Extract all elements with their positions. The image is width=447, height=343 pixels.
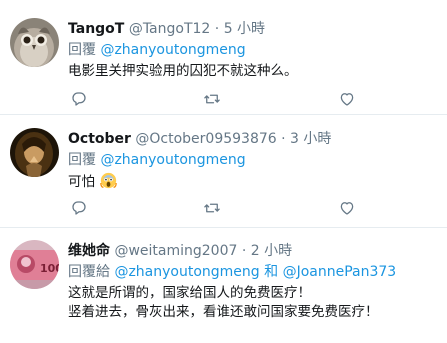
- retweet-icon: [204, 94, 220, 104]
- tweet[interactable]: October @October09593876 · 3 小時 回覆 @zhan…: [0, 115, 447, 228]
- reply-icon: [72, 92, 86, 106]
- tweet[interactable]: TangoT @TangoT12 · 5 小時 回覆 @zhanyoutongm…: [0, 0, 447, 115]
- tweet-actions: [0, 90, 447, 110]
- tweet-text-line: 竖着进去，骨灰出来，看谁还敢问国家要免费医疗！: [68, 304, 379, 320]
- avatar[interactable]: [10, 18, 59, 67]
- avatar[interactable]: 100: [10, 240, 59, 289]
- timestamp[interactable]: 5 小時: [224, 21, 265, 37]
- tweet-actions: [0, 199, 447, 219]
- reply-context: 回覆給 @zhanyoutongmeng 和 @JoannePan373: [68, 263, 439, 282]
- reply-prefix: 回覆: [68, 42, 96, 58]
- separator: ·: [281, 131, 286, 147]
- reply-icon: [72, 201, 86, 215]
- timestamp[interactable]: 3 小時: [290, 131, 331, 147]
- tweet-text-line: 这就是所谓的，国家给国人的免费医疗！: [68, 285, 311, 301]
- tweet-text: 这就是所谓的，国家给国人的免费医疗！ 竖着进去，骨灰出来，看谁还敢问国家要免费医…: [68, 284, 439, 322]
- tweet-text: 可怕: [68, 172, 439, 192]
- tweet[interactable]: 100 维她命 @weitaming2007 · 2 小時 回覆給 @zhany…: [0, 228, 447, 343]
- reply-button[interactable]: [70, 90, 90, 110]
- like-button[interactable]: [338, 199, 358, 219]
- tweet-header: TangoT @TangoT12 · 5 小時: [68, 20, 439, 38]
- screaming-face-emoji: [100, 172, 118, 189]
- reply-button[interactable]: [70, 199, 90, 219]
- reply-prefix: 回覆給: [68, 264, 110, 280]
- separator: ·: [214, 21, 220, 37]
- retweet-button[interactable]: [203, 90, 223, 110]
- svg-text:100: 100: [40, 262, 59, 275]
- mention-link[interactable]: @JoannePan373: [283, 264, 397, 280]
- mention-link[interactable]: @zhanyoutongmeng: [100, 152, 245, 168]
- username[interactable]: @weitaming2007: [114, 243, 237, 259]
- avatar[interactable]: [10, 128, 59, 177]
- tweet-header: 维她命 @weitaming2007 · 2 小時: [68, 242, 439, 260]
- tweet-text: 电影里关押实验用的囚犯不就这种么。: [68, 62, 439, 81]
- separator: ·: [241, 243, 247, 259]
- banknote-avatar-image: 100: [10, 240, 59, 289]
- reply-prefix: 回覆: [68, 152, 96, 168]
- display-name[interactable]: 维她命: [68, 243, 110, 259]
- heart-icon: [340, 202, 354, 215]
- mention-link[interactable]: @zhanyoutongmeng: [114, 264, 259, 280]
- display-name[interactable]: TangoT: [68, 21, 124, 37]
- reply-context: 回覆 @zhanyoutongmeng: [68, 41, 439, 60]
- retweet-icon: [204, 203, 220, 213]
- reply-context: 回覆 @zhanyoutongmeng: [68, 151, 439, 170]
- display-name[interactable]: October: [68, 131, 131, 147]
- mention-link[interactable]: @zhanyoutongmeng: [100, 42, 245, 58]
- portrait-avatar-image: [10, 128, 59, 177]
- username[interactable]: @October09593876: [135, 131, 276, 147]
- tweet-header: October @October09593876 · 3 小時: [68, 130, 439, 148]
- owl-avatar-image: [10, 18, 59, 67]
- mention-joiner: 和: [264, 264, 279, 280]
- tweet-text-line: 可怕: [68, 174, 95, 190]
- retweet-button[interactable]: [203, 199, 223, 219]
- timestamp[interactable]: 2 小時: [251, 243, 292, 259]
- heart-icon: [340, 93, 354, 106]
- tweet-text-line: 电影里关押实验用的囚犯不就这种么。: [68, 63, 298, 79]
- like-button[interactable]: [338, 90, 358, 110]
- username[interactable]: @TangoT12: [129, 21, 211, 37]
